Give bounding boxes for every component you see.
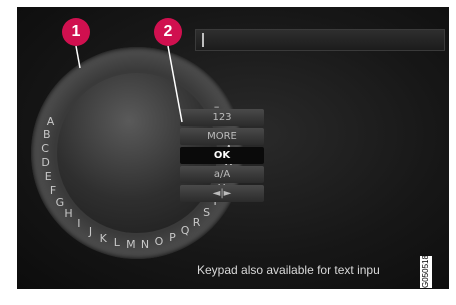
- callout-1-leader: [75, 45, 81, 69]
- callout-2: 2: [154, 18, 182, 46]
- callout-2-leader: [167, 45, 183, 123]
- callout-leader-lines: [75, 45, 183, 123]
- figure-code: G050518: [420, 255, 432, 288]
- callout-1: 1: [62, 18, 90, 46]
- figure-frame: ABCDEFGHIJKLMNOPQRSTUVWXYZ– 123MOREOKa/A…: [0, 0, 456, 305]
